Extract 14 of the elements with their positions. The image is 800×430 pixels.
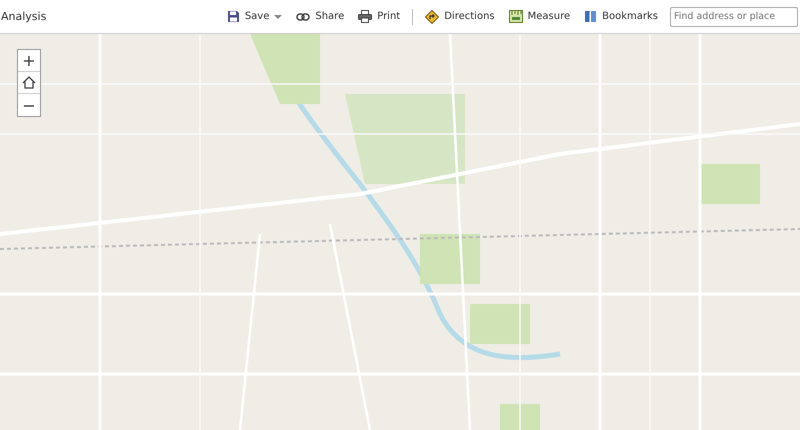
printer-icon: [358, 10, 372, 23]
search-field[interactable]: Find address or place: [670, 6, 798, 26]
book-icon: [584, 10, 598, 23]
bookmarks-button[interactable]: Bookmarks: [578, 7, 664, 26]
measure-button[interactable]: Measure: [502, 7, 576, 26]
road-sign-icon: [425, 10, 440, 24]
print-button[interactable]: Print: [352, 7, 406, 26]
save-button[interactable]: Save: [220, 7, 288, 26]
share-button[interactable]: Share: [290, 8, 350, 25]
directions-button[interactable]: Directions: [419, 6, 501, 26]
app-title: Analysis: [0, 10, 48, 23]
ruler-icon: [508, 10, 523, 23]
home-icon: [22, 76, 36, 89]
link-icon: [296, 12, 310, 22]
